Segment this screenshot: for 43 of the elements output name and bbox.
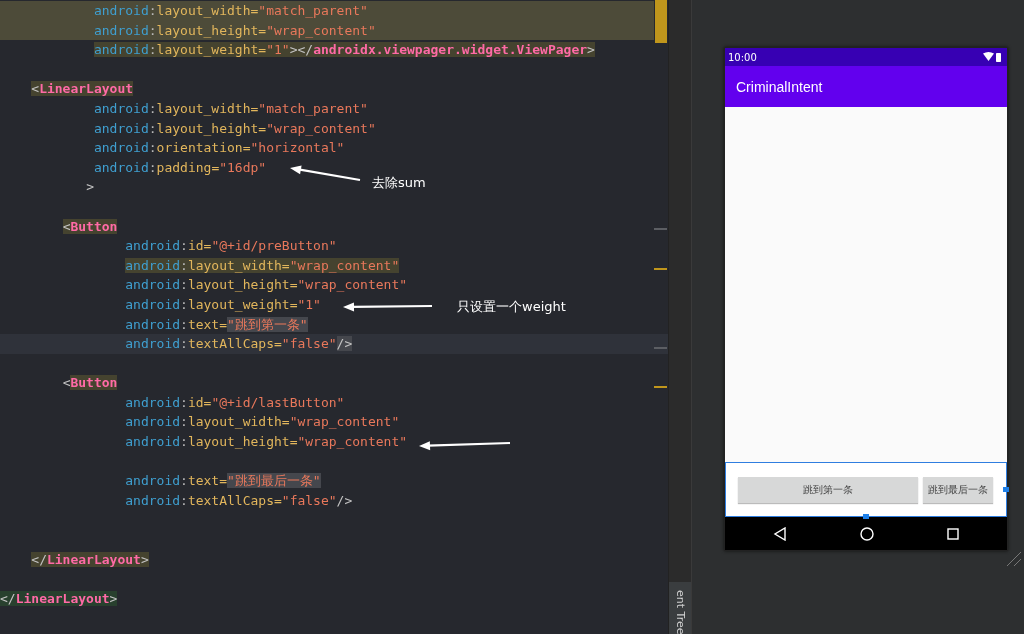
code-line: <Button bbox=[62, 217, 118, 236]
recents-icon[interactable] bbox=[946, 527, 959, 540]
code-line: android:text="跳到第一条" bbox=[125, 315, 308, 334]
code-line: android:layout_width="wrap_content" bbox=[125, 256, 400, 275]
code-line: android:id="@+id/lastButton" bbox=[125, 393, 345, 412]
code-line: android:text="跳到最后一条" bbox=[125, 472, 321, 491]
app-title: CriminalIntent bbox=[736, 78, 823, 95]
resize-corner-icon[interactable] bbox=[1006, 551, 1022, 567]
back-icon[interactable] bbox=[773, 526, 788, 541]
code-line: android:layout_width="match_parent" bbox=[93, 99, 368, 118]
code-line: </LinearLayout> bbox=[31, 550, 149, 569]
wifi-battery-icon bbox=[983, 52, 1001, 62]
arrow-icon bbox=[290, 165, 361, 182]
annotation-note: 只设置一个weight bbox=[457, 299, 566, 315]
preview-button[interactable]: 跳到第一条 bbox=[738, 476, 918, 503]
code-line: > bbox=[86, 178, 94, 197]
code-line: android:layout_width="wrap_content" bbox=[125, 413, 400, 432]
home-icon[interactable] bbox=[860, 526, 874, 541]
button-bar[interactable]: 跳到第一条 跳到最后一条 bbox=[725, 462, 1007, 517]
code-line: <Button bbox=[62, 374, 118, 393]
arrow-icon bbox=[343, 302, 432, 312]
scroll-marker bbox=[655, 0, 667, 43]
code-line: android:padding="16dp" bbox=[93, 158, 267, 177]
side-tab[interactable]: ent Tree bbox=[669, 582, 691, 634]
code-line: android:textAllCaps="false"/> bbox=[125, 491, 353, 510]
code-line: <LinearLayout bbox=[31, 80, 134, 99]
code-line: android:id="@+id/preButton" bbox=[125, 237, 337, 256]
code-line: android:layout_width="match_parent" bbox=[93, 2, 368, 20]
code-line: android:layout_height="wrap_content" bbox=[93, 119, 376, 138]
resize-handle[interactable] bbox=[863, 514, 869, 519]
code-line: </LinearLayout> bbox=[0, 589, 118, 608]
status-time: 10:00 bbox=[728, 51, 757, 63]
code-line: android:textAllCaps="false"/> bbox=[125, 335, 353, 354]
code-line: android:layout_height="wrap_content" bbox=[125, 276, 408, 295]
code-line: android:layout_height="wrap_content" bbox=[93, 21, 376, 40]
arrow-icon bbox=[419, 441, 511, 451]
code-line: android:layout_height="wrap_content" bbox=[125, 433, 408, 452]
code-line: android:layout_weight="1" bbox=[125, 295, 321, 314]
code-line: android:orientation="horizontal" bbox=[93, 139, 345, 158]
resize-handle[interactable] bbox=[1003, 487, 1009, 492]
annotation-note: 去除sum bbox=[372, 175, 426, 191]
preview-button[interactable]: 跳到最后一条 bbox=[923, 476, 993, 503]
code-line: android:layout_weight="1"></androidx.viewpager.widget.ViewPager> bbox=[93, 41, 595, 60]
